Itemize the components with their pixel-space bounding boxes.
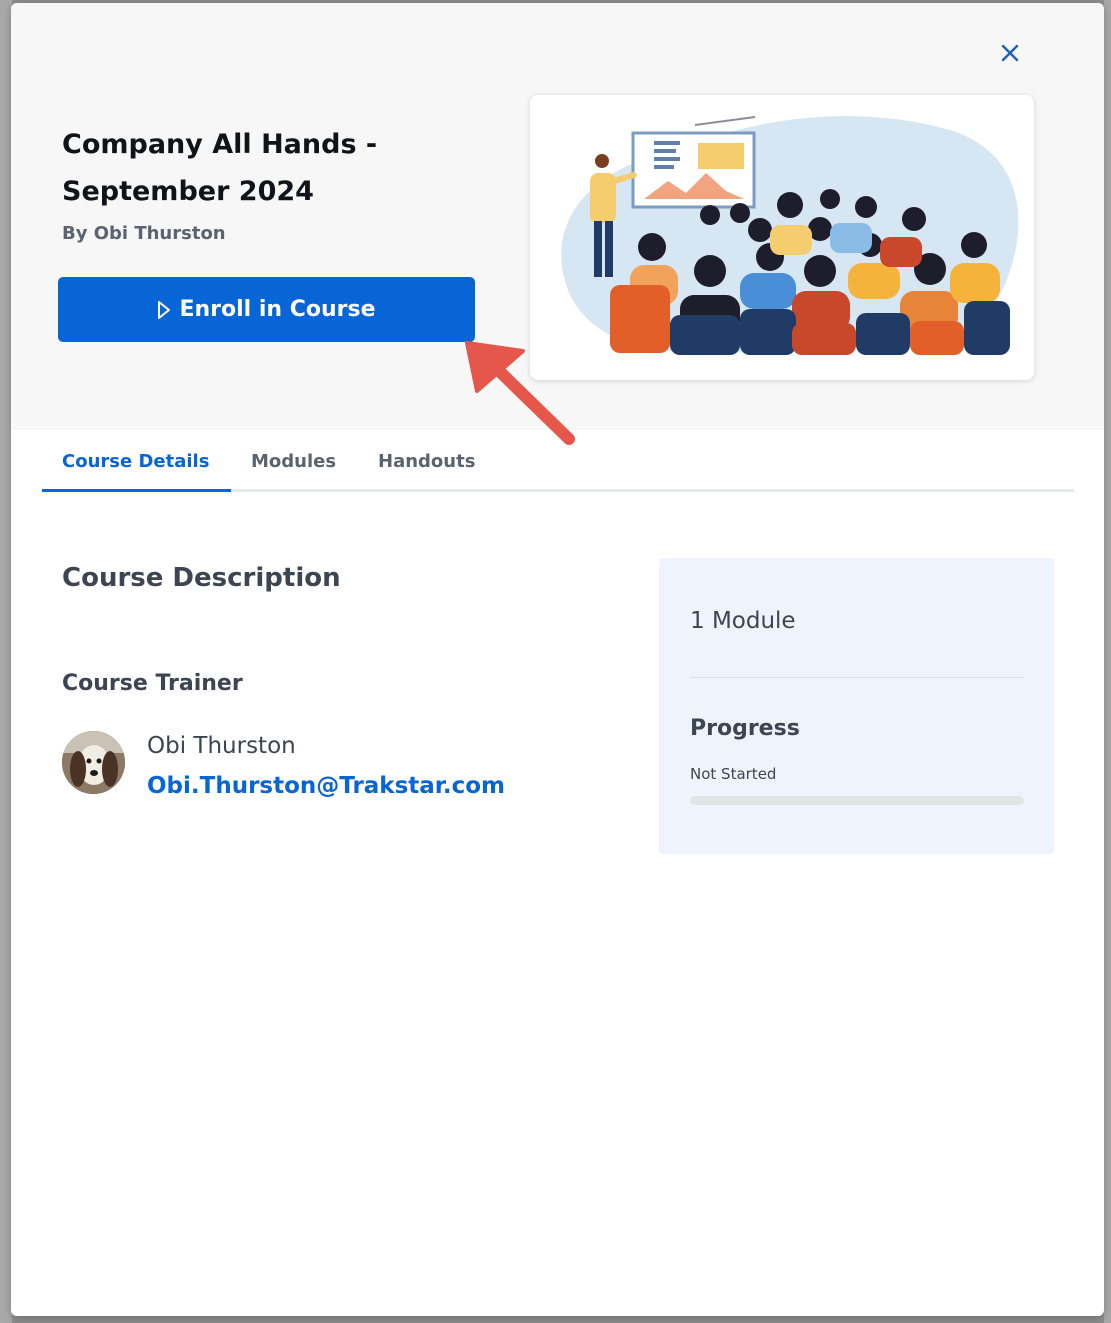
presentation-audience-illustration (561, 116, 1019, 355)
trainer-avatar (62, 731, 125, 794)
backdrop-right-edge (1104, 0, 1111, 1323)
summary-divider (690, 677, 1024, 678)
progress-status: Not Started (690, 765, 777, 783)
course-modal: Company All Hands - September 2024 By Ob… (11, 3, 1104, 1316)
active-tab-indicator (42, 489, 231, 492)
course-illustration-card (530, 95, 1034, 380)
trainer-name: Obi Thurston (147, 733, 296, 759)
course-hero: Company All Hands - September 2024 By Ob… (11, 3, 1104, 430)
tab-modules[interactable]: Modules (251, 430, 336, 492)
tab-course-details[interactable]: Course Details (62, 430, 209, 492)
close-icon (1001, 44, 1019, 62)
progress-heading: Progress (690, 716, 800, 741)
course-tabs: Course Details Modules Handouts (42, 430, 1074, 492)
enroll-button-label: Enroll in Course (179, 297, 376, 322)
course-trainer-heading: Course Trainer (62, 671, 243, 696)
course-author: By Obi Thurston (62, 223, 226, 244)
course-title-line-2: September 2024 (62, 176, 314, 207)
course-title: Company All Hands - September 2024 (62, 121, 422, 215)
progress-bar (690, 796, 1024, 805)
course-summary-card: 1 Module Progress Not Started (659, 558, 1054, 854)
close-button[interactable] (996, 39, 1024, 67)
tab-handouts[interactable]: Handouts (378, 430, 475, 492)
trainer-email-link[interactable]: Obi.Thurston@Trakstar.com (147, 773, 505, 799)
course-title-line-1: Company All Hands - (62, 129, 378, 160)
enroll-button[interactable]: Enroll in Course (58, 277, 475, 342)
course-description-heading: Course Description (62, 563, 341, 593)
dog-avatar-icon (62, 731, 125, 794)
play-outline-icon (158, 300, 171, 319)
module-count: 1 Module (690, 608, 796, 634)
